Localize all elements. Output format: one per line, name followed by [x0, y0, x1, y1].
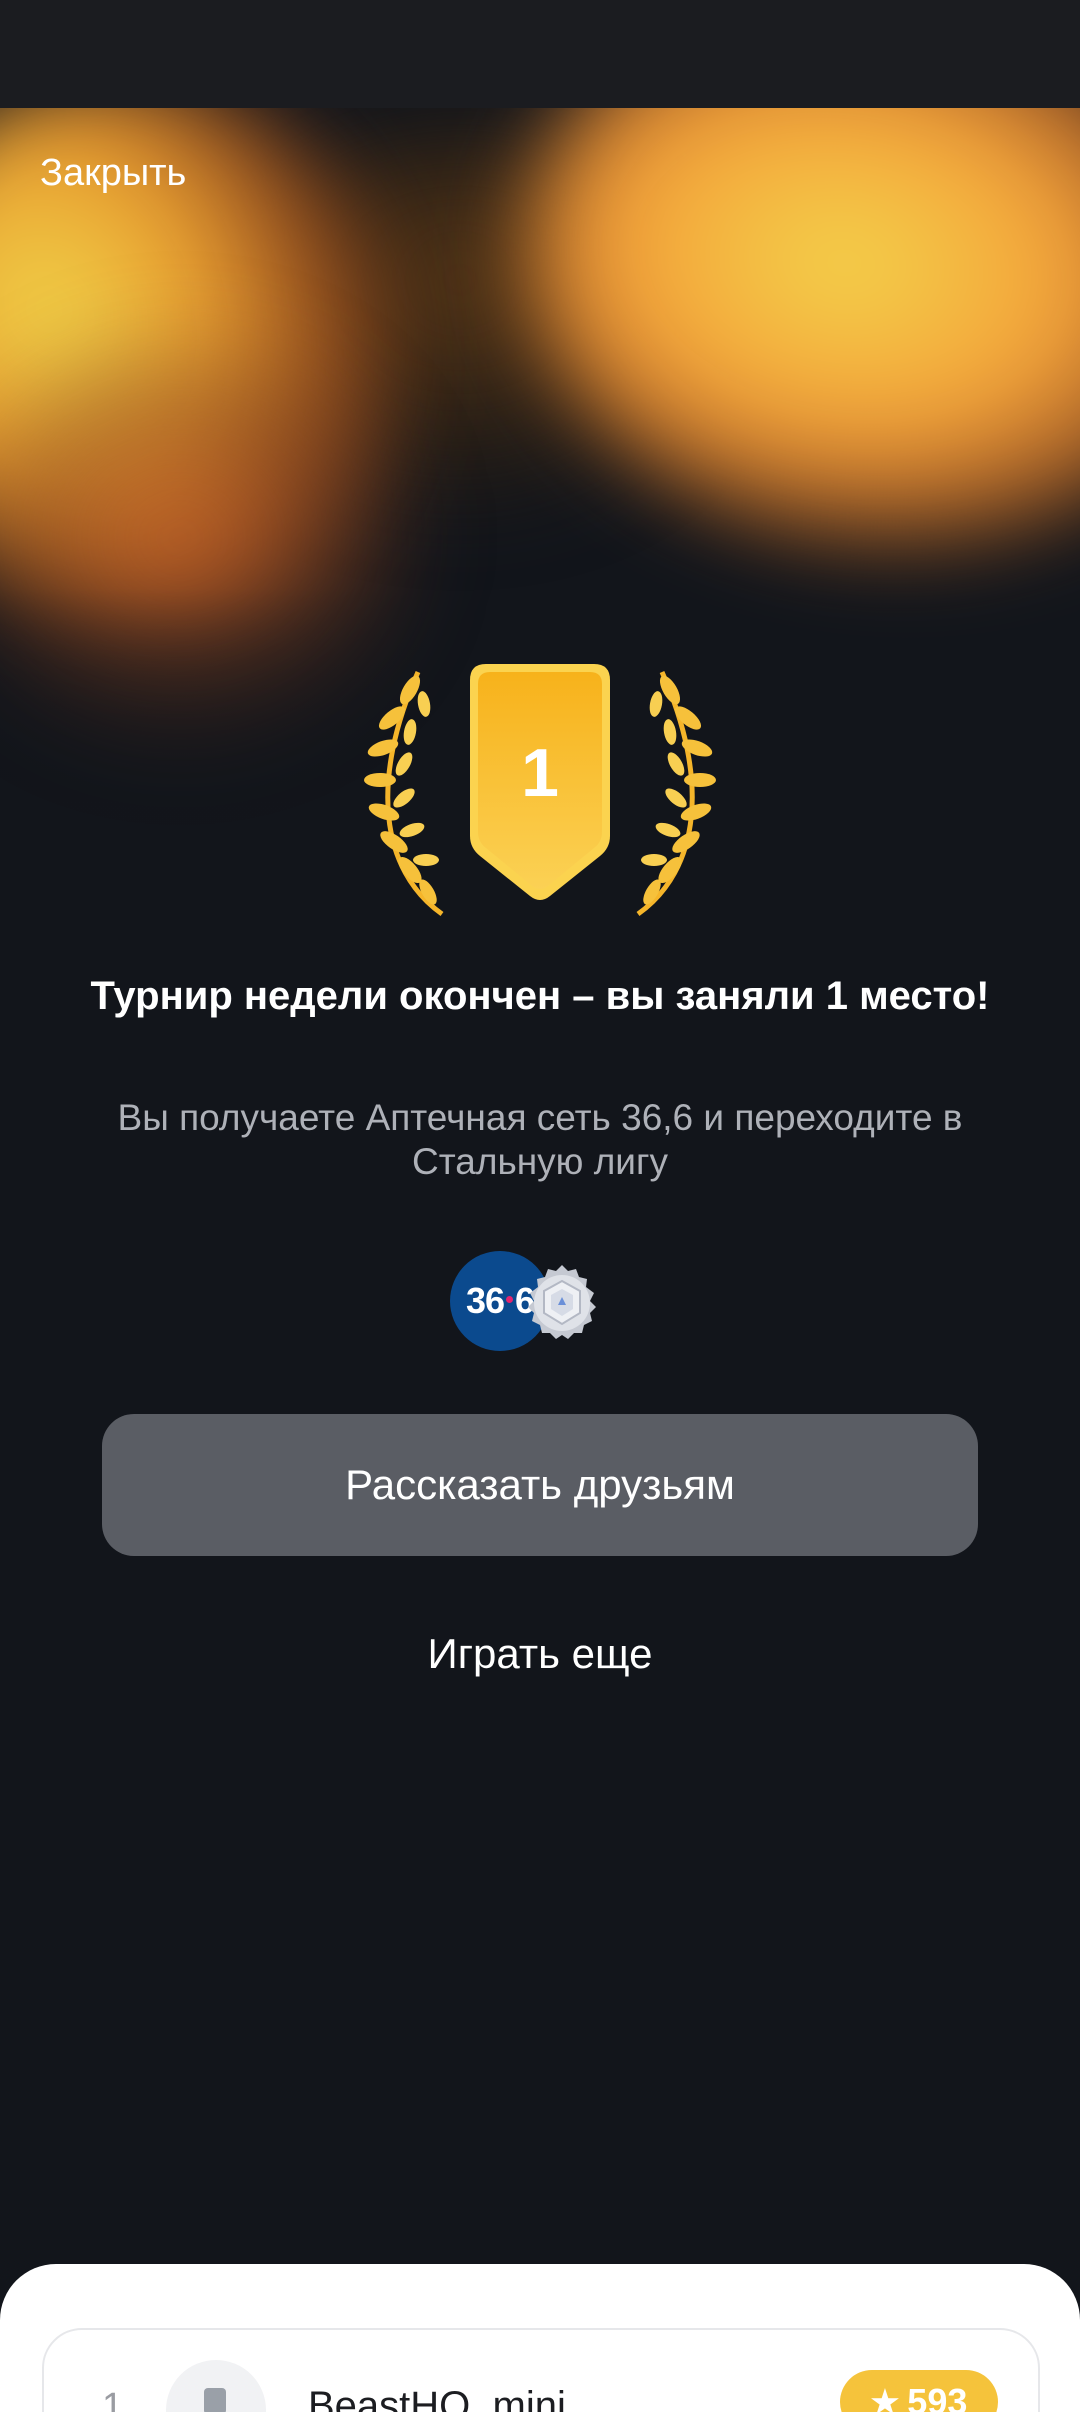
score-value: 593	[907, 2381, 968, 2412]
laurel-shield-icon: 1	[364, 664, 716, 917]
close-button[interactable]: Закрыть	[40, 152, 186, 195]
reward-badges: 36 6	[450, 1251, 630, 1351]
star-icon: ★	[870, 2384, 900, 2412]
leaderboard-row[interactable]: 1 BeastHQ_mini ★ 593	[42, 2328, 1040, 2412]
right-laurel-icon	[636, 670, 716, 917]
score-badge: ★ 593	[840, 2370, 998, 2412]
status-bar	[0, 0, 1080, 108]
place-number: 1	[521, 735, 559, 811]
avatar	[166, 2360, 266, 2412]
leaderboard-rank: 1	[102, 2386, 124, 2412]
first-place-award: 1	[340, 660, 740, 930]
player-name: BeastHQ_mini	[308, 2384, 566, 2412]
result-title: Турнир недели окончен – вы заняли 1 мест…	[90, 974, 990, 1018]
play-again-button[interactable]: Играть еще	[340, 1624, 740, 1684]
partner-logo-text: 36	[465, 1280, 505, 1321]
share-with-friends-button[interactable]: Рассказать друзьям	[102, 1414, 978, 1556]
leaderboard-sheet[interactable]: 1 BeastHQ_mini ★ 593	[0, 2264, 1080, 2412]
left-laurel-icon	[364, 670, 444, 917]
result-subtitle: Вы получаете Аптечная сеть 36,6 и перехо…	[117, 1097, 963, 1182]
cup-icon	[204, 2388, 226, 2412]
steel-league-badge-icon	[522, 1263, 602, 1343]
